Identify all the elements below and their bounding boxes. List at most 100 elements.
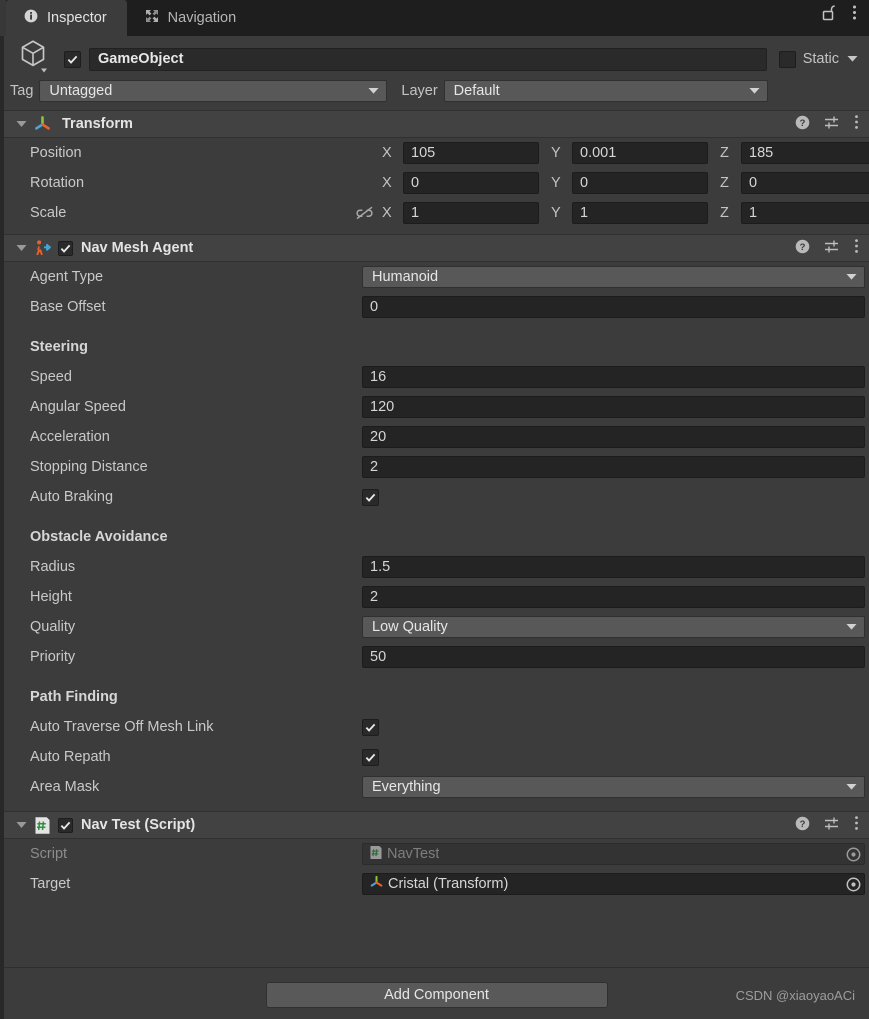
object-picker-icon[interactable] xyxy=(842,847,864,862)
row-quality: Quality Low Quality xyxy=(0,612,869,642)
check-icon xyxy=(67,55,78,64)
rotation-z-field[interactable]: 0 xyxy=(741,172,869,194)
gameobject-name-value: GameObject xyxy=(98,51,184,67)
height-label: Height xyxy=(30,589,72,605)
transform-gizmo-icon xyxy=(30,115,54,134)
base-offset-field[interactable]: 0 xyxy=(362,296,865,318)
auto-braking-checkbox[interactable] xyxy=(362,488,379,506)
cube-icon[interactable] xyxy=(19,39,53,79)
position-y-field[interactable]: 0.001 xyxy=(572,142,708,164)
speed-value: 16 xyxy=(370,369,387,385)
preset-settings-icon[interactable] xyxy=(824,816,840,835)
component-header-nav-mesh-agent[interactable]: Nav Mesh Agent ? xyxy=(0,234,869,262)
gameobject-icon-wrap xyxy=(10,39,62,79)
angular-speed-field[interactable]: 120 xyxy=(362,396,865,418)
stopping-distance-value: 2 xyxy=(370,459,379,475)
acceleration-field[interactable]: 20 xyxy=(362,426,865,448)
help-icon[interactable]: ? xyxy=(795,816,810,835)
navmesh-agent-enabled-checkbox[interactable] xyxy=(58,240,73,256)
tab-inspector-label: Inspector xyxy=(47,10,107,26)
quality-control: Low Quality xyxy=(362,616,865,638)
lock-open-icon[interactable] xyxy=(821,4,836,25)
kebab-menu-icon[interactable] xyxy=(854,114,859,134)
gameobject-name-field[interactable]: GameObject xyxy=(89,47,767,71)
foldout-arrow-icon[interactable] xyxy=(12,244,30,252)
rotation-y-field[interactable]: 0 xyxy=(572,172,708,194)
check-icon xyxy=(365,723,376,732)
position-x-field[interactable]: 105 xyxy=(403,142,539,164)
axis-x-label: X xyxy=(382,145,392,161)
nav-test-properties: Script NavTest Target Cristal (Transform… xyxy=(0,839,869,899)
cs-script-icon xyxy=(30,816,54,835)
gameobject-active-checkbox[interactable] xyxy=(64,50,81,68)
help-icon[interactable]: ? xyxy=(795,115,810,134)
radius-field[interactable]: 1.5 xyxy=(362,556,865,578)
agent-type-value: Humanoid xyxy=(372,269,439,285)
scale-z-value: 1 xyxy=(749,205,758,221)
scale-y-field[interactable]: 1 xyxy=(572,202,708,224)
tab-inspector[interactable]: Inspector xyxy=(6,0,127,36)
target-object-field[interactable]: Cristal (Transform) xyxy=(362,873,865,895)
add-component-button[interactable]: Add Component xyxy=(265,981,608,1008)
foldout-arrow-icon[interactable] xyxy=(12,120,30,128)
layer-dropdown[interactable]: Default xyxy=(443,80,768,102)
area-mask-control: Everything xyxy=(362,776,865,798)
axis-z-label: Z xyxy=(720,175,729,191)
script-label: Script xyxy=(30,846,68,862)
rotation-x-field[interactable]: 0 xyxy=(403,172,539,194)
stopping-distance-field[interactable]: 2 xyxy=(362,456,865,478)
nav-test-enabled-checkbox[interactable] xyxy=(58,817,73,833)
row-position: Position X 105 Y 0.001 Z 185 xyxy=(0,138,869,168)
agent-type-dropdown[interactable]: Humanoid xyxy=(362,266,865,288)
radius-control: 1.5 xyxy=(362,556,865,578)
component-tools-nav-mesh-agent: ? xyxy=(795,238,859,258)
height-field[interactable]: 2 xyxy=(362,586,865,608)
tab-navigation[interactable]: Navigation xyxy=(127,0,257,36)
row-rotation: Rotation X 0 Y 0 Z 0 xyxy=(0,168,869,198)
check-icon xyxy=(365,493,376,502)
object-picker-icon[interactable] xyxy=(842,877,864,892)
row-height: Height 2 xyxy=(0,582,869,612)
priority-field[interactable]: 50 xyxy=(362,646,865,668)
script-control: NavTest xyxy=(362,843,865,865)
tag-layer-row: Tag Untagged Layer Default xyxy=(0,80,869,110)
component-header-nav-test-script[interactable]: Nav Test (Script) ? xyxy=(0,811,869,839)
static-checkbox[interactable] xyxy=(778,50,796,68)
tab-navigation-label: Navigation xyxy=(167,10,237,26)
scale-y-value: 1 xyxy=(580,205,589,221)
scale-z-field[interactable]: 1 xyxy=(741,202,869,224)
row-auto-repath: Auto Repath xyxy=(0,742,869,772)
group-obstacle-avoidance: Obstacle Avoidance xyxy=(0,522,869,552)
group-steering: Steering xyxy=(0,332,869,362)
static-dropdown-caret-icon[interactable] xyxy=(846,51,859,67)
row-scale: Scale X 1 Y 1 Z 1 xyxy=(0,198,869,228)
speed-label: Speed xyxy=(30,369,72,385)
quality-dropdown[interactable]: Low Quality xyxy=(362,616,865,638)
help-icon[interactable]: ? xyxy=(795,239,810,258)
component-title-transform: Transform xyxy=(62,116,133,132)
auto-repath-checkbox[interactable] xyxy=(362,748,379,766)
radius-value: 1.5 xyxy=(370,559,391,575)
kebab-menu-icon[interactable] xyxy=(854,815,859,835)
area-mask-dropdown[interactable]: Everything xyxy=(362,776,865,798)
preset-settings-icon[interactable] xyxy=(824,115,840,134)
auto-braking-label: Auto Braking xyxy=(30,489,114,505)
preset-settings-icon[interactable] xyxy=(824,239,840,258)
position-z-field[interactable]: 185 xyxy=(741,142,869,164)
check-icon xyxy=(365,753,376,762)
scale-x-field[interactable]: 1 xyxy=(403,202,539,224)
foldout-arrow-icon[interactable] xyxy=(12,821,30,829)
component-header-transform[interactable]: Transform ? xyxy=(0,110,869,138)
kebab-menu-icon[interactable] xyxy=(852,4,857,25)
chevron-down-icon xyxy=(845,779,858,795)
auto-traverse-off-mesh-link-checkbox[interactable] xyxy=(362,718,379,736)
position-label-wrap: Position xyxy=(30,145,382,161)
svg-text:?: ? xyxy=(800,118,806,129)
tag-dropdown[interactable]: Untagged xyxy=(39,80,388,102)
speed-control: 16 xyxy=(362,366,865,388)
rotation-label: Rotation xyxy=(30,175,85,191)
angular-speed-label: Angular Speed xyxy=(30,399,126,415)
constrain-proportions-off-icon[interactable] xyxy=(355,205,382,221)
kebab-menu-icon[interactable] xyxy=(854,238,859,258)
speed-field[interactable]: 16 xyxy=(362,366,865,388)
